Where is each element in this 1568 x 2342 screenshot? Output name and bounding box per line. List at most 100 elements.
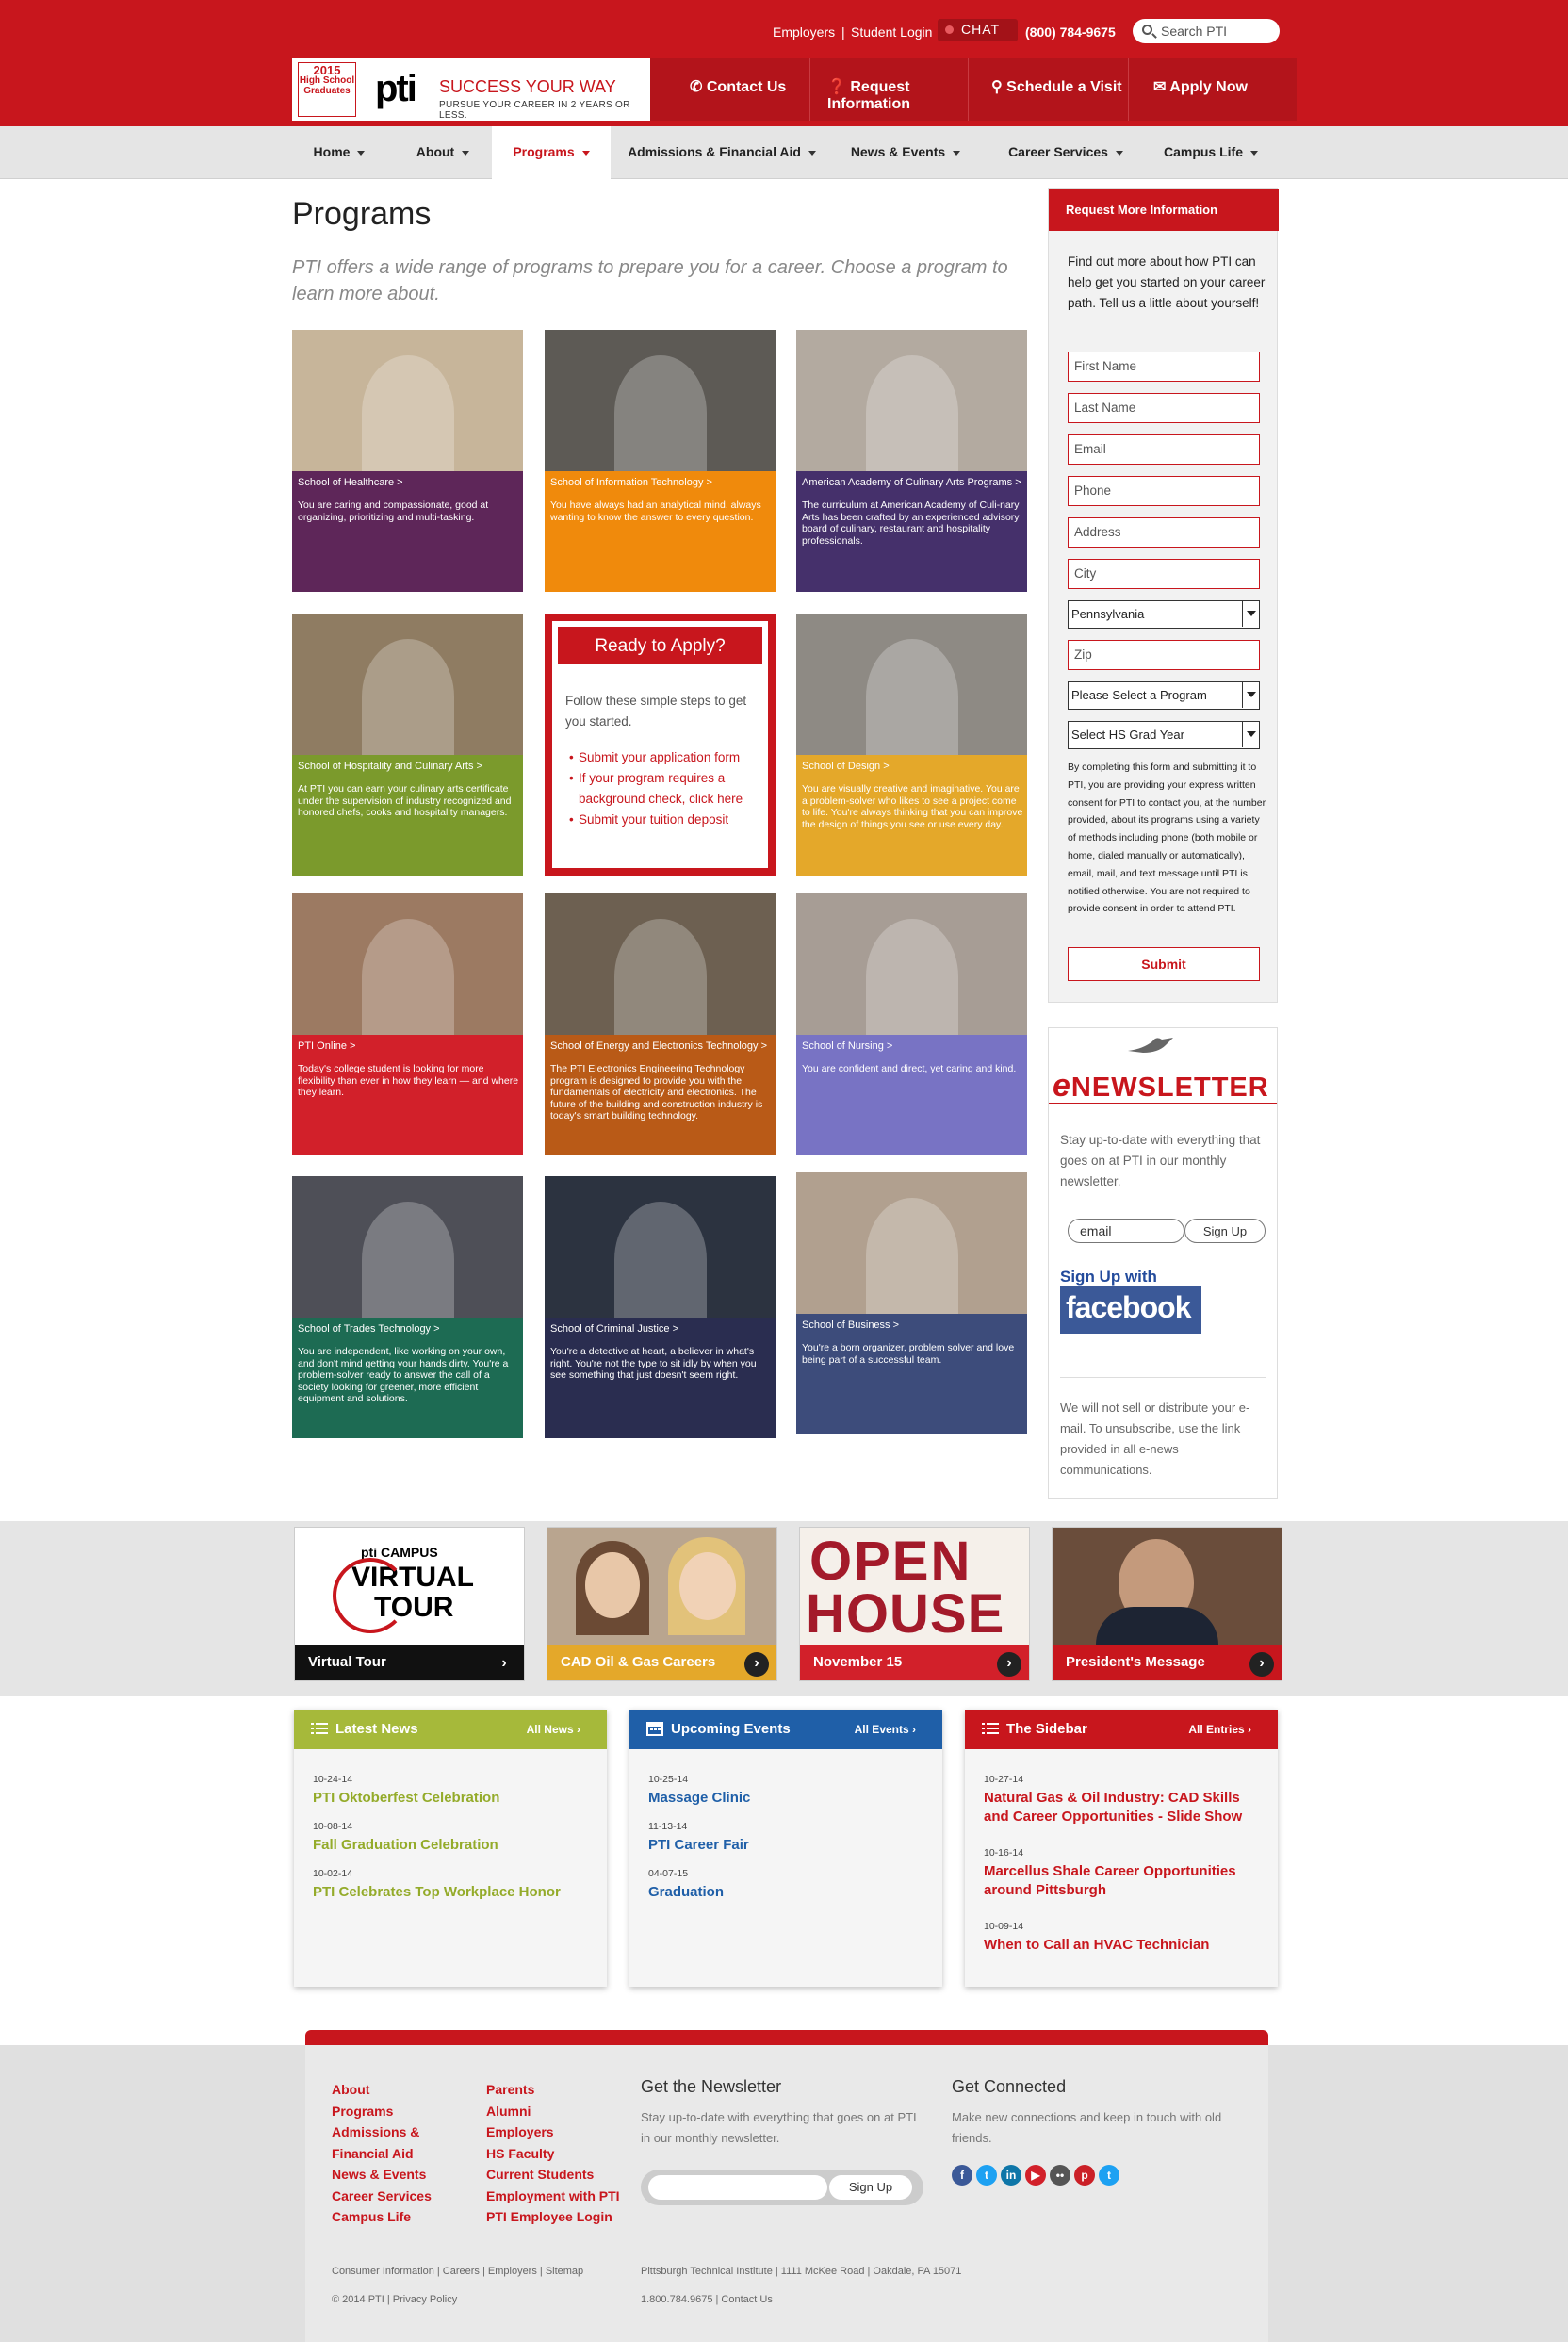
footer-link[interactable]: Parents xyxy=(486,2079,637,2101)
program-title-link[interactable]: School of Energy and Electronics Technol… xyxy=(550,1040,767,1052)
nav-about[interactable]: About xyxy=(396,126,490,179)
program-card[interactable]: School of Information Technology > You ha… xyxy=(545,330,776,592)
footer-link[interactable]: Financial Aid xyxy=(332,2143,464,2165)
program-card[interactable]: School of Nursing > You are confident and… xyxy=(796,893,1027,1155)
twitter-icon[interactable]: t xyxy=(976,2165,997,2186)
item-headline-link[interactable]: Graduation xyxy=(648,1883,931,1902)
chevron-down-icon xyxy=(953,150,961,156)
apply-step-link[interactable]: Submit your tuition deposit xyxy=(569,810,758,830)
program-title-link[interactable]: School of Criminal Justice > xyxy=(550,1323,678,1335)
program-card[interactable]: School of Design > You are visually creat… xyxy=(796,614,1027,876)
item-headline-link[interactable]: Natural Gas & Oil Industry: CAD Skills a… xyxy=(984,1789,1266,1826)
program-card[interactable]: School of Criminal Justice > You're a det… xyxy=(545,1176,776,1438)
footer-link[interactable]: Campus Life xyxy=(332,2206,464,2228)
footer-link[interactable]: Programs xyxy=(332,2101,464,2122)
nav-admissions[interactable]: Admissions & Financial Aid xyxy=(622,126,822,179)
program-card[interactable]: School of Energy and Electronics Technol… xyxy=(545,893,776,1155)
program-card[interactable]: School of Hospitality and Culinary Arts … xyxy=(292,614,523,876)
program-title-link[interactable]: School of Nursing > xyxy=(802,1040,892,1052)
footer-legal-links[interactable]: Consumer Information | Careers | Employe… xyxy=(332,2266,583,2277)
item-headline-link[interactable]: PTI Career Fair xyxy=(648,1836,931,1855)
address-field[interactable]: Address xyxy=(1068,517,1260,548)
promo-open-house[interactable]: OPEN HOUSE November 15 › xyxy=(799,1527,1030,1681)
promo-presidents-message[interactable]: President's Message › xyxy=(1052,1527,1282,1681)
program-title-link[interactable]: School of Information Technology > xyxy=(550,477,712,488)
promo-cad-oil-gas[interactable]: CAD Oil & Gas Careers › xyxy=(547,1527,777,1681)
zip-field[interactable]: Zip xyxy=(1068,640,1260,670)
item-headline-link[interactable]: When to Call an HVAC Technician xyxy=(984,1936,1266,1955)
item-headline-link[interactable]: Fall Graduation Celebration xyxy=(313,1836,596,1855)
news-column: Upcoming Events All Events › 10-25-14 Massa… xyxy=(629,1710,942,1987)
item-headline-link[interactable]: Marcellus Shale Career Opportunities aro… xyxy=(984,1862,1266,1900)
footer-link[interactable]: Alumni xyxy=(486,2101,637,2122)
item-headline-link[interactable]: PTI Celebrates Top Workplace Honor xyxy=(313,1883,596,1902)
twitter-alt-icon[interactable]: t xyxy=(1099,2165,1119,2186)
submit-button[interactable]: Submit xyxy=(1068,947,1260,981)
program-card[interactable]: School of Healthcare > You are caring and… xyxy=(292,330,523,592)
footer-link[interactable]: Admissions & xyxy=(332,2121,464,2143)
employers-link[interactable]: Employers xyxy=(773,25,835,40)
first-name-field[interactable]: First Name xyxy=(1068,352,1260,382)
schedule-visit-button[interactable]: ⚲ Schedule a Visit xyxy=(969,58,1129,121)
phone-field[interactable]: Phone xyxy=(1068,476,1260,506)
footer-link[interactable]: Employers xyxy=(486,2121,637,2143)
item-headline-link[interactable]: PTI Oktoberfest Celebration xyxy=(313,1789,596,1808)
program-title-link[interactable]: PTI Online > xyxy=(298,1040,355,1052)
column-all-link[interactable]: All Events › xyxy=(855,1723,916,1736)
footer-contact[interactable]: 1.800.784.9675 | Contact Us xyxy=(641,2294,773,2305)
pinterest-icon[interactable]: p xyxy=(1074,2165,1095,2186)
grad-year-select[interactable]: Select HS Grad Year xyxy=(1068,721,1260,749)
item-headline-link[interactable]: Massage Clinic xyxy=(648,1789,931,1808)
footer-link[interactable]: About xyxy=(332,2079,464,2101)
graduates-badge: 2015 High School Graduates xyxy=(298,62,356,117)
promo-virtual-tour[interactable]: pti CAMPUS VIRTUAL TOUR Virtual Tour › xyxy=(294,1527,525,1681)
facebook-icon[interactable]: f xyxy=(952,2165,972,2186)
newsletter-email-input[interactable]: email xyxy=(1068,1219,1184,1243)
footer-link[interactable]: HS Faculty xyxy=(486,2143,637,2165)
last-name-field[interactable]: Last Name xyxy=(1068,393,1260,423)
program-card[interactable]: PTI Online > Today's college student is l… xyxy=(292,893,523,1155)
program-title-link[interactable]: American Academy of Culinary Arts Progra… xyxy=(802,477,1021,488)
footer-email-input[interactable] xyxy=(648,2175,827,2200)
phone-number[interactable]: (800) 784-9675 xyxy=(1025,25,1116,40)
footer-signup-button[interactable]: Sign Up xyxy=(829,2175,912,2200)
youtube-icon[interactable]: ▶ xyxy=(1025,2165,1046,2186)
program-title-link[interactable]: School of Business > xyxy=(802,1319,899,1331)
program-title-link[interactable]: School of Design > xyxy=(802,761,890,772)
logo[interactable]: 2015 High School Graduates pti SUCCESS YO… xyxy=(292,58,650,121)
program-card[interactable]: School of Business > You're a born organi… xyxy=(796,1172,1027,1434)
apply-now-button[interactable]: ✉ Apply Now xyxy=(1129,58,1297,121)
program-card[interactable]: American Academy of Culinary Arts Progra… xyxy=(796,330,1027,592)
nav-career-services[interactable]: Career Services xyxy=(995,126,1136,179)
program-title-link[interactable]: School of Trades Technology > xyxy=(298,1323,440,1335)
footer-link[interactable]: Employment with PTI xyxy=(486,2186,637,2207)
newsletter-signup-button[interactable]: Sign Up xyxy=(1184,1219,1266,1243)
state-select[interactable]: Pennsylvania xyxy=(1068,600,1260,629)
flickr-icon[interactable]: •• xyxy=(1050,2165,1070,2186)
nav-programs[interactable]: Programs xyxy=(492,126,611,179)
footer-link[interactable]: News & Events xyxy=(332,2164,464,2186)
nav-campus-life[interactable]: Campus Life xyxy=(1153,126,1268,179)
footer-link[interactable]: PTI Employee Login xyxy=(486,2206,637,2228)
nav-news-events[interactable]: News & Events xyxy=(842,126,969,179)
footer-link[interactable]: Career Services xyxy=(332,2186,464,2207)
program-title-link[interactable]: School of Hospitality and Culinary Arts … xyxy=(298,761,482,772)
program-card[interactable]: School of Trades Technology > You are ind… xyxy=(292,1176,523,1438)
city-field[interactable]: City xyxy=(1068,559,1260,589)
contact-us-button[interactable]: ✆ Contact Us xyxy=(650,58,810,121)
program-title-link[interactable]: School of Healthcare > xyxy=(298,477,403,488)
linkedin-icon[interactable]: in xyxy=(1001,2165,1021,2186)
chat-button[interactable]: CHAT xyxy=(938,19,1018,41)
search-input[interactable]: Search PTI xyxy=(1133,19,1280,43)
footer-link[interactable]: Current Students xyxy=(486,2164,637,2186)
program-select[interactable]: Please Select a Program xyxy=(1068,681,1260,710)
student-login-link[interactable]: Student Login xyxy=(851,25,932,40)
facebook-signup-button[interactable]: facebook xyxy=(1060,1286,1201,1334)
request-information-button[interactable]: ❓ Request Information xyxy=(810,58,969,121)
email-field[interactable]: Email xyxy=(1068,434,1260,465)
apply-step-link[interactable]: Submit your application form xyxy=(569,747,758,768)
column-all-link[interactable]: All News › xyxy=(527,1723,580,1736)
apply-step-link[interactable]: If your program requires a background ch… xyxy=(569,768,758,810)
column-all-link[interactable]: All Entries › xyxy=(1188,1723,1251,1736)
nav-home[interactable]: Home xyxy=(294,126,384,179)
